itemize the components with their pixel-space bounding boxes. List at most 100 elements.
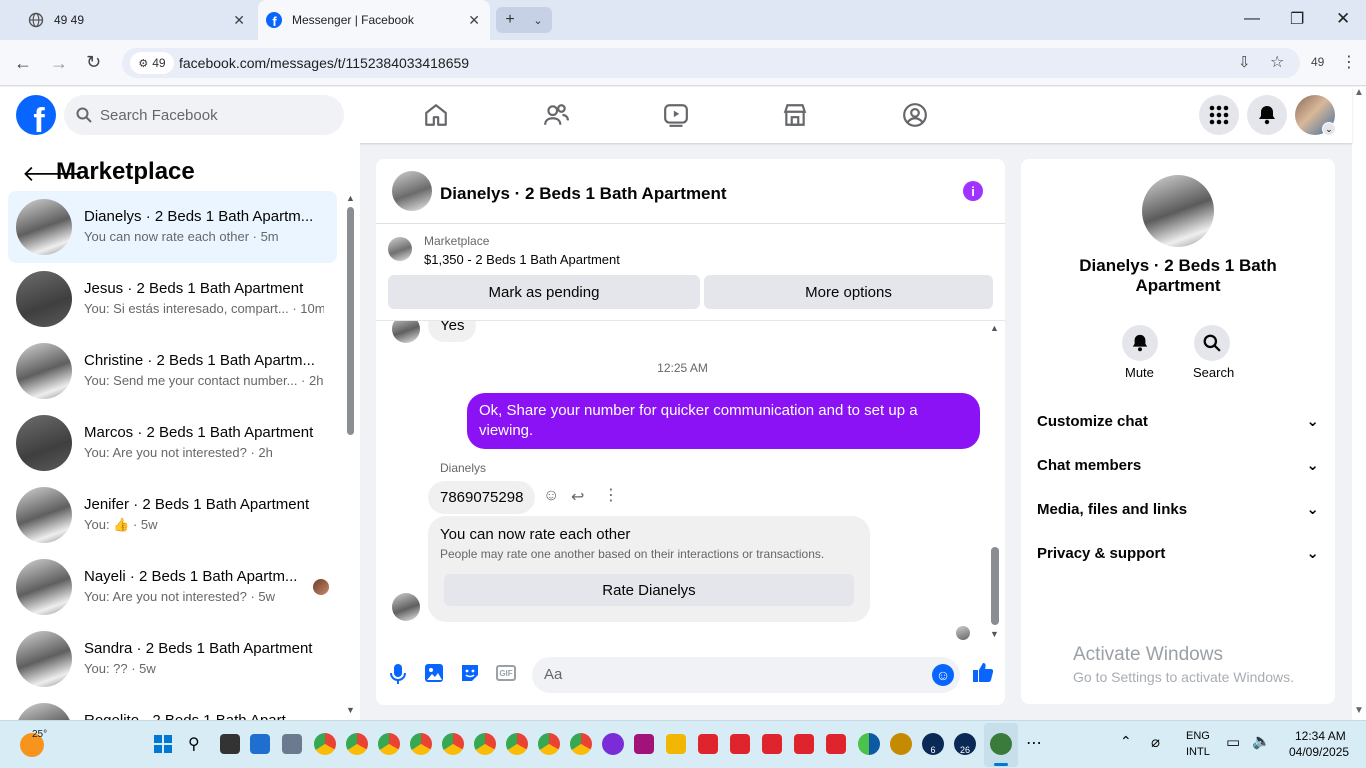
chat-scroll-thumb[interactable] xyxy=(991,547,999,625)
notifications-bell-icon[interactable] xyxy=(1247,95,1287,135)
vivaldi-icon[interactable] xyxy=(730,734,750,754)
windows-start-icon[interactable] xyxy=(154,735,172,753)
photo-icon[interactable] xyxy=(424,663,444,688)
chrome-icon[interactable] xyxy=(410,733,432,755)
mark-as-pending-button[interactable]: Mark as pending xyxy=(388,275,700,309)
scroll-up-arrow-icon[interactable]: ▲ xyxy=(346,193,355,203)
listing-price-title[interactable]: $1,350 - 2 Beds 1 Bath Apartment xyxy=(424,252,620,267)
more-options-button[interactable]: More options xyxy=(704,275,993,309)
profile-count[interactable]: 49 xyxy=(1311,55,1324,69)
marketplace-icon[interactable] xyxy=(779,99,811,131)
chrome-icon[interactable] xyxy=(570,733,592,755)
close-tab-icon[interactable]: ✕ xyxy=(233,12,245,29)
gif-icon[interactable]: GIF xyxy=(496,665,516,681)
info-avatar[interactable] xyxy=(1142,175,1214,247)
vivaldi-icon[interactable] xyxy=(794,734,814,754)
app-icon[interactable] xyxy=(282,734,302,754)
video-icon[interactable] xyxy=(660,99,692,131)
browser-tab-inactive[interactable]: 49 49 ✕ xyxy=(20,0,255,40)
tab-list-chevron-icon[interactable]: ⌄ xyxy=(533,14,542,27)
app-badge-icon[interactable]: 26 xyxy=(954,733,976,755)
reply-icon[interactable]: ↩ xyxy=(571,487,584,507)
back-icon[interactable]: ← xyxy=(14,53,32,74)
react-emoji-icon[interactable]: ☺ xyxy=(543,487,559,505)
conversation-item[interactable]: Sandra · 2 Beds 1 Bath Apartment You: ?? … xyxy=(8,623,337,695)
chrome-icon[interactable] xyxy=(474,733,496,755)
app-icon[interactable] xyxy=(890,733,912,755)
display-icon[interactable]: ▭ xyxy=(1226,733,1240,751)
clock-time[interactable]: 12:34 AM xyxy=(1295,729,1346,743)
thumbs-up-icon[interactable] xyxy=(972,661,994,688)
sticker-icon[interactable] xyxy=(460,663,480,688)
volume-icon[interactable]: 🔈 xyxy=(1252,732,1271,750)
chat-avatar[interactable] xyxy=(392,171,432,211)
facebook-search-box[interactable]: Search Facebook xyxy=(64,95,344,135)
info-icon[interactable]: i xyxy=(963,181,983,201)
url-text[interactable]: facebook.com/messages/t/1152384033418659 xyxy=(179,55,469,71)
conversation-item[interactable]: Christine · 2 Beds 1 Bath Apartm... You: … xyxy=(8,335,337,407)
incoming-message[interactable]: Yes xyxy=(428,321,477,342)
chat-title[interactable]: Dianelys · 2 Beds 1 Bath Apartment xyxy=(440,184,727,204)
bookmark-star-icon[interactable]: ☆ xyxy=(1270,52,1284,72)
section-privacy-support[interactable]: Privacy & support ⌄ xyxy=(1037,531,1319,575)
page-scrollbar[interactable]: ▲ ▼ xyxy=(1352,87,1366,720)
new-tab-icon[interactable]: + xyxy=(505,11,514,29)
chrome-icon[interactable] xyxy=(378,733,400,755)
facebook-logo-icon[interactable]: f xyxy=(16,95,56,135)
overflow-dots-icon[interactable]: ⋯ xyxy=(1026,733,1042,753)
rate-dianelys-button[interactable]: Rate Dianelys xyxy=(444,574,854,606)
listing-thumbnail[interactable] xyxy=(388,237,412,261)
conversation-list-scrollbar[interactable]: ▲ ▼ xyxy=(345,193,355,715)
message-more-icon[interactable]: ⋮ xyxy=(603,485,619,505)
emoji-icon[interactable]: ☺ xyxy=(932,664,954,686)
conversation-item[interactable]: Jesus · 2 Beds 1 Bath Apartment You: Si e… xyxy=(8,263,337,335)
account-chevron-icon[interactable]: ⌄ xyxy=(1322,122,1336,136)
chrome-icon[interactable] xyxy=(506,733,528,755)
scroll-down-arrow-icon[interactable]: ▼ xyxy=(346,705,355,715)
browser-menu-icon[interactable]: ⋮ xyxy=(1341,52,1357,72)
scroll-down-arrow-icon[interactable]: ▼ xyxy=(1354,705,1364,716)
install-app-icon[interactable]: ⇩ xyxy=(1238,53,1251,71)
window-close-icon[interactable]: ✕ xyxy=(1336,9,1350,29)
network-off-icon[interactable]: ⌀ xyxy=(1151,733,1160,751)
incoming-message[interactable]: 7869075298 xyxy=(428,481,536,514)
chrome-icon[interactable] xyxy=(442,733,464,755)
media-player-icon[interactable] xyxy=(602,733,624,755)
forward-icon[interactable]: → xyxy=(50,53,68,74)
conversation-item[interactable]: Dianelys · 2 Beds 1 Bath Apartm... You ca… xyxy=(8,191,337,263)
section-chat-members[interactable]: Chat members ⌄ xyxy=(1037,443,1319,487)
conversation-item[interactable]: Marcos · 2 Beds 1 Bath Apartment You: Are… xyxy=(8,407,337,479)
clock-date[interactable]: 04/09/2025 xyxy=(1289,745,1349,759)
search-action[interactable] xyxy=(1194,325,1230,361)
site-info-button[interactable]: ⚙ 49 xyxy=(130,52,174,74)
language-primary[interactable]: ENG xyxy=(1186,730,1210,742)
file-explorer-icon[interactable] xyxy=(666,734,686,754)
weather-temp[interactable]: 25° xyxy=(32,729,47,740)
url-box[interactable]: ⚙ 49 facebook.com/messages/t/11523840334… xyxy=(122,48,1300,78)
microphone-icon[interactable] xyxy=(388,663,408,690)
message-input[interactable]: Aa ☺ xyxy=(532,657,960,693)
notepad-icon[interactable] xyxy=(250,734,270,754)
taskbar-search-icon[interactable]: ⚲ xyxy=(188,734,200,754)
scroll-thumb[interactable] xyxy=(347,207,354,435)
edge-icon[interactable] xyxy=(858,733,880,755)
section-media-files-links[interactable]: Media, files and links ⌄ xyxy=(1037,487,1319,531)
browser-tab-active[interactable]: f Messenger | Facebook ✕ xyxy=(258,0,490,40)
home-icon[interactable] xyxy=(420,99,452,131)
chrome-icon[interactable] xyxy=(538,733,560,755)
app-icon[interactable] xyxy=(634,734,654,754)
scroll-up-arrow-icon[interactable]: ▲ xyxy=(990,323,999,333)
language-secondary[interactable]: INTL xyxy=(1186,746,1210,758)
vivaldi-icon[interactable] xyxy=(762,734,782,754)
chrome-icon[interactable] xyxy=(314,733,336,755)
scroll-up-arrow-icon[interactable]: ▲ xyxy=(1354,87,1364,98)
vivaldi-icon[interactable] xyxy=(826,734,846,754)
minimize-icon[interactable]: — xyxy=(1244,10,1260,28)
restore-icon[interactable]: ❐ xyxy=(1290,9,1304,29)
vivaldi-icon[interactable] xyxy=(698,734,718,754)
active-app-icon[interactable] xyxy=(990,733,1012,755)
close-tab-icon[interactable]: ✕ xyxy=(468,12,480,29)
reload-icon[interactable]: ↻ xyxy=(86,52,101,73)
mute-action[interactable] xyxy=(1122,325,1158,361)
app-badge-icon[interactable]: 6 xyxy=(922,733,944,755)
